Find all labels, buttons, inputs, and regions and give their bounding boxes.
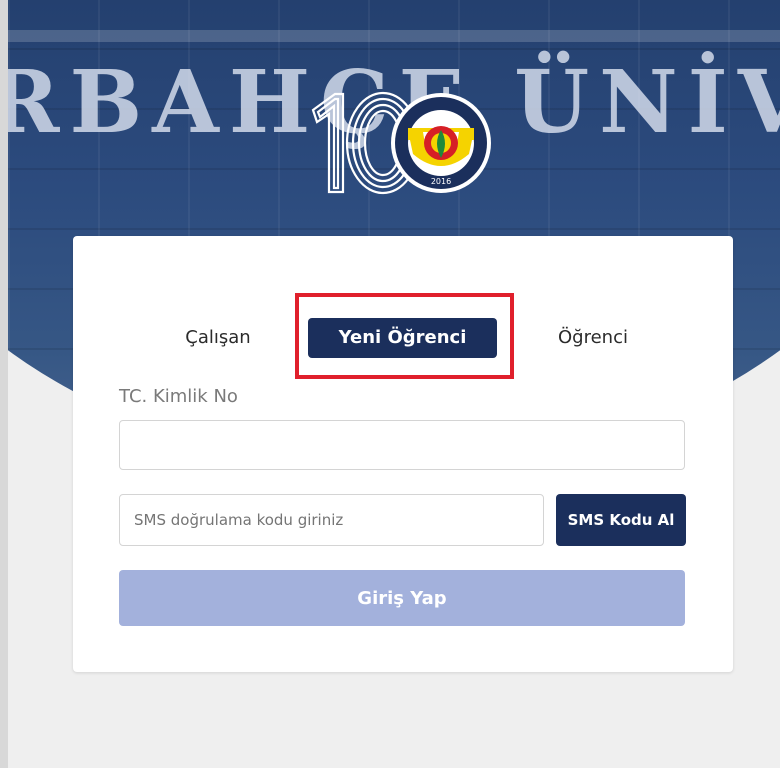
login-card: Çalışan Yeni Öğrenci Öğrenci TC. Kimlik … [73, 236, 733, 672]
university-logo: 2016 [311, 91, 491, 195]
tc-kimlik-input[interactable] [119, 420, 685, 470]
tab-new-student[interactable]: Yeni Öğrenci [308, 318, 497, 358]
sms-code-input[interactable] [119, 494, 544, 546]
left-edge-strip [0, 0, 8, 768]
tc-kimlik-label: TC. Kimlik No [119, 386, 238, 407]
logo-digit-one [311, 92, 345, 194]
tab-employee[interactable]: Çalışan [153, 318, 283, 358]
hero-beam [8, 30, 780, 42]
tab-student[interactable]: Öğrenci [528, 318, 658, 358]
login-button[interactable]: Giriş Yap [119, 570, 685, 626]
get-sms-code-button[interactable]: SMS Kodu Al [556, 494, 686, 546]
logo-year: 2016 [431, 177, 451, 186]
